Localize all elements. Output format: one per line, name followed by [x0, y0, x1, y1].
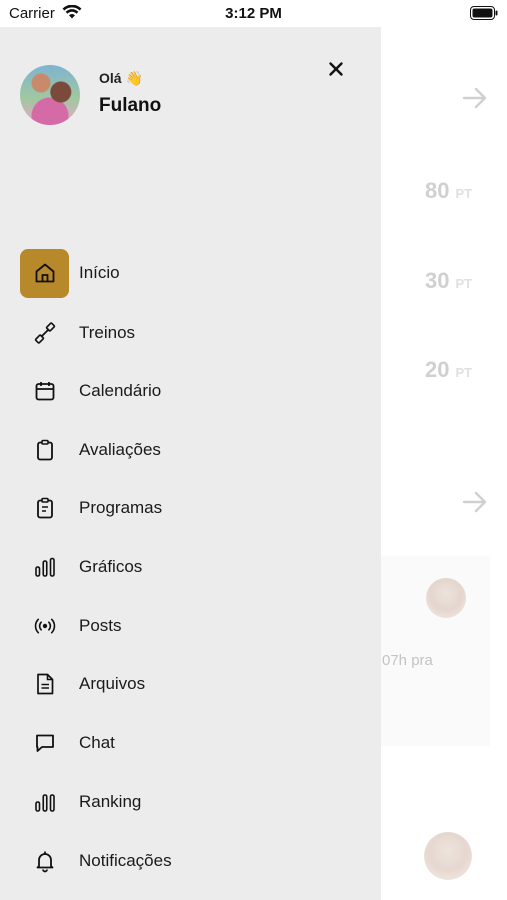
menu-item-label: Notificações [79, 851, 172, 870]
menu-item-label: Arquivos [79, 674, 146, 693]
menu-item-chat[interactable]: Chat [20, 719, 360, 767]
file-icon [20, 660, 69, 709]
points-unit: PT [455, 365, 473, 380]
navigation-drawer: Olá 👋 Fulano Início Treinos Calendário A… [0, 27, 381, 900]
menu-item-label: Calendário [79, 381, 162, 400]
points-value: 20 [425, 357, 450, 382]
menu-item-notificacoes[interactable]: Notificações [20, 837, 360, 885]
bell-icon [20, 837, 69, 886]
menu-item-arquivos[interactable]: Arquivos [20, 660, 360, 708]
points-unit: PT [455, 186, 473, 201]
menu-item-label: Avaliações [79, 440, 161, 459]
greeting-text: Olá 👋 [99, 70, 143, 86]
avatar [426, 578, 466, 618]
avatar [424, 832, 472, 880]
points-row: 30 PT [425, 268, 472, 294]
menu-item-label: Chat [79, 733, 115, 752]
menu-item-calendario[interactable]: Calendário [20, 367, 360, 415]
menu-item-treinos[interactable]: Treinos [20, 309, 360, 357]
menu-item-programas[interactable]: Programas [20, 484, 360, 532]
menu-item-label: Ranking [79, 792, 142, 811]
calendar-icon [20, 367, 69, 416]
status-time: 3:12 PM [225, 5, 282, 22]
menu-item-label: Posts [79, 616, 122, 635]
points-value: 80 [425, 178, 450, 203]
close-icon [329, 62, 343, 76]
menu-item-label: Gráficos [79, 557, 143, 576]
clipboard-list-icon [20, 484, 69, 533]
ranking-icon [20, 778, 69, 827]
clipboard-icon [20, 426, 69, 475]
close-button[interactable] [324, 57, 348, 81]
points-unit: PT [455, 276, 473, 291]
menu-item-ranking[interactable]: Ranking [20, 778, 360, 826]
menu-item-inicio[interactable]: Início [20, 248, 360, 298]
points-row: 80 PT [425, 178, 472, 204]
arrow-right-icon [462, 84, 488, 116]
chat-icon [20, 719, 69, 768]
dumbbell-icon [20, 309, 69, 358]
menu-item-label: Programas [79, 498, 163, 517]
status-bar: Carrier 3:12 PM [0, 0, 507, 28]
menu-item-posts[interactable]: Posts [20, 602, 360, 650]
menu-item-label: Treinos [79, 323, 136, 342]
home-icon [20, 248, 69, 298]
menu-item-label: Início [79, 263, 120, 282]
user-name: Fulano [99, 95, 162, 116]
profile-avatar[interactable] [20, 65, 80, 125]
menu-item-graficos[interactable]: Gráficos [20, 543, 360, 591]
menu-item-avaliacoes[interactable]: Avaliações [20, 426, 360, 474]
bar-chart-icon [20, 543, 69, 592]
broadcast-icon [20, 602, 69, 651]
post-snippet: 07h pra [382, 652, 433, 669]
points-row: 20 PT [425, 357, 472, 383]
points-value: 30 [425, 268, 450, 293]
battery-icon [470, 6, 498, 25]
arrow-right-icon [462, 488, 488, 520]
